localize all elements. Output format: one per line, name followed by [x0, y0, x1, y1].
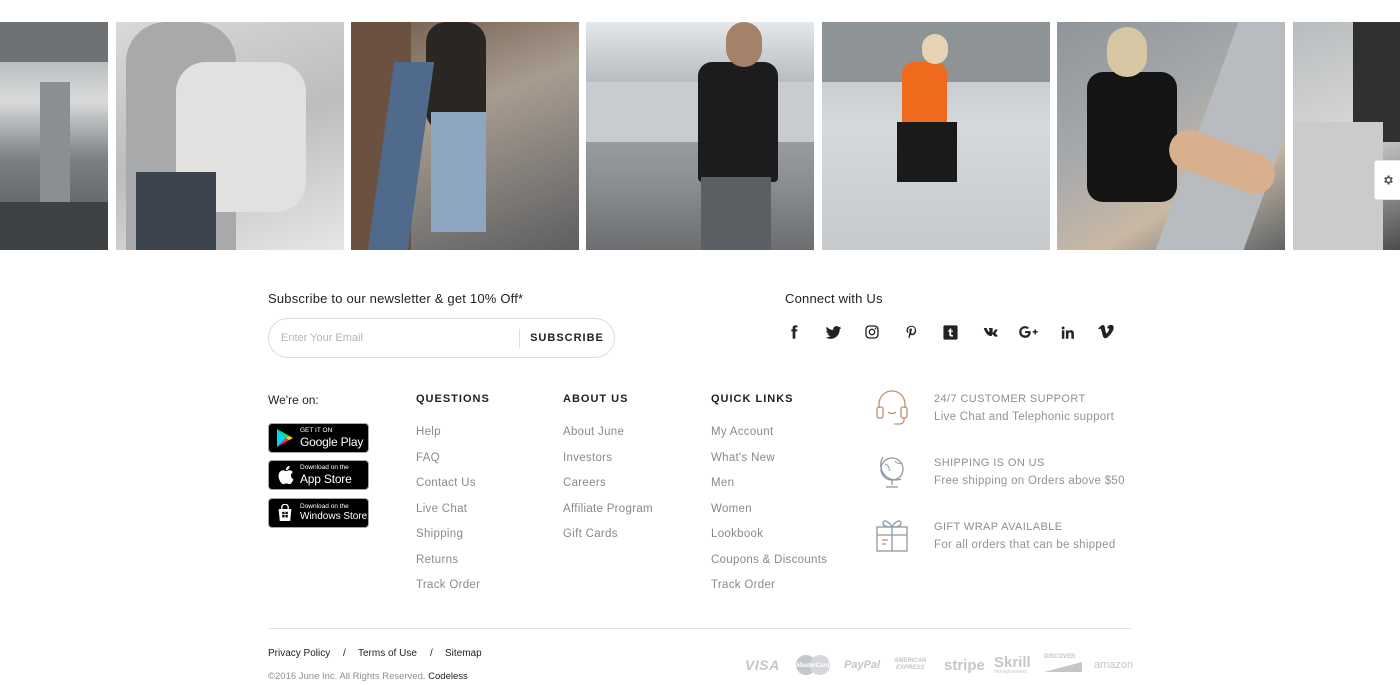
link-gift-cards[interactable]: Gift Cards — [563, 528, 618, 540]
terms-of-use-link[interactable]: Terms of Use — [358, 648, 417, 659]
link-lookbook[interactable]: Lookbook — [711, 528, 763, 540]
gallery-photo[interactable] — [1293, 22, 1400, 250]
twitter-icon[interactable] — [823, 322, 843, 342]
codeless-credit-link[interactable]: Codeless — [428, 671, 468, 682]
gallery-photo[interactable] — [822, 22, 1050, 250]
link-careers[interactable]: Careers — [563, 477, 606, 489]
link-faq[interactable]: FAQ — [416, 452, 440, 464]
skrill-logo: Skrill moneybookers — [994, 654, 1031, 676]
sitemap-link[interactable]: Sitemap — [445, 648, 482, 659]
link-coupons-discounts[interactable]: Coupons & Discounts — [711, 554, 827, 566]
link-whats-new[interactable]: What's New — [711, 452, 775, 464]
link-affiliate-program[interactable]: Affiliate Program — [563, 503, 653, 515]
amex-logo: AMERICAN EXPRESS — [894, 654, 926, 676]
app-store-small-text: Download on the — [300, 464, 349, 472]
gallery-photo[interactable] — [586, 22, 814, 250]
gallery-photo[interactable] — [1057, 22, 1285, 250]
privacy-policy-link[interactable]: Privacy Policy — [268, 648, 330, 659]
discover-stripe-shape — [1044, 662, 1082, 672]
globe-icon — [874, 452, 910, 488]
link-my-account[interactable]: My Account — [711, 426, 773, 438]
subscribe-button[interactable]: SUBSCRIBE — [520, 319, 614, 357]
link-track-order-quick[interactable]: Track Order — [711, 579, 775, 591]
feature-title-shipping: SHIPPING IS ON US — [934, 457, 1045, 469]
settings-tab[interactable] — [1374, 160, 1400, 200]
pinterest-icon[interactable] — [901, 322, 921, 342]
gallery-photo[interactable] — [116, 22, 344, 250]
copyright-text: ©2016 June Inc. All Rights Reserved. — [268, 671, 426, 682]
footer-divider — [268, 628, 1131, 629]
about-us-heading: ABOUT US — [563, 393, 629, 405]
gallery-photo[interactable] — [0, 22, 108, 250]
link-help[interactable]: Help — [416, 426, 441, 438]
discover-logo: DISCOVER — [1044, 654, 1082, 676]
gear-icon — [1383, 175, 1393, 185]
instagram-gallery — [0, 22, 1400, 250]
paypal-logo: PayPal — [844, 654, 880, 676]
instagram-icon[interactable] — [862, 322, 882, 342]
headset-icon — [874, 388, 910, 425]
feature-desc-gift: For all orders that can be shipped — [934, 539, 1116, 551]
google-plus-icon[interactable] — [1017, 322, 1039, 342]
vimeo-icon[interactable] — [1096, 322, 1116, 342]
link-investors[interactable]: Investors — [563, 452, 612, 464]
skrill-text: Skrill — [994, 654, 1031, 671]
link-women[interactable]: Women — [711, 503, 752, 515]
quick-links-heading: QUICK LINKS — [711, 393, 794, 405]
feature-title-support: 24/7 CUSTOMER SUPPORT — [934, 393, 1086, 405]
newsletter-title: Subscribe to our newsletter & get 10% Of… — [268, 291, 524, 306]
app-store-badge[interactable]: Download on the App Store — [268, 460, 369, 490]
feature-desc-shipping: Free shipping on Orders above $50 — [934, 475, 1125, 487]
stripe-logo: stripe — [944, 654, 985, 676]
feature-title-gift: GIFT WRAP AVAILABLE — [934, 521, 1063, 533]
google-play-big-text: Google Play — [300, 434, 364, 449]
feature-desc-support: Live Chat and Telephonic support — [934, 411, 1115, 423]
windows-store-small-text: Download on the — [300, 502, 349, 510]
windows-store-big-text: Windows Store — [300, 511, 368, 523]
link-about-june[interactable]: About June — [563, 426, 624, 438]
amex-top-text: AMERICAN — [894, 658, 927, 665]
gallery-photo[interactable] — [351, 22, 579, 250]
amazon-logo: amazon — [1094, 654, 1133, 676]
visa-logo: VISA — [745, 654, 780, 676]
amex-bottom-text: EXPRESS — [895, 665, 925, 671]
google-play-badge[interactable]: GET IT ON Google Play — [268, 423, 369, 453]
google-play-small-text: GET IT ON — [300, 427, 333, 435]
link-live-chat[interactable]: Live Chat — [416, 503, 467, 515]
svg-text:MasterCard: MasterCard — [796, 663, 829, 669]
windows-store-icon — [275, 503, 295, 523]
amazon-text: amazon — [1094, 659, 1134, 671]
app-store-big-text: App Store — [300, 471, 352, 486]
linkedin-icon[interactable] — [1057, 322, 1077, 342]
questions-heading: QUESTIONS — [416, 393, 490, 405]
email-input[interactable] — [281, 328, 511, 348]
apple-icon — [275, 465, 295, 485]
visa-text: VISA — [745, 657, 780, 673]
windows-store-badge[interactable]: Download on the Windows Store — [268, 498, 369, 528]
link-track-order[interactable]: Track Order — [416, 579, 480, 591]
link-returns[interactable]: Returns — [416, 554, 458, 566]
link-shipping[interactable]: Shipping — [416, 528, 463, 540]
skrill-sub-text: moneybookers — [994, 669, 1027, 675]
legal-separator: / — [343, 648, 346, 659]
paypal-text: PayPal — [844, 659, 881, 671]
stripe-text: stripe — [944, 656, 985, 674]
facebook-icon[interactable] — [784, 322, 804, 342]
tumblr-icon[interactable] — [940, 322, 960, 342]
link-men[interactable]: Men — [711, 477, 734, 489]
newsletter-form: SUBSCRIBE — [268, 318, 615, 358]
copyright: ©2016 June Inc. All Rights Reserved. Cod… — [268, 671, 468, 682]
google-play-icon — [275, 428, 295, 448]
connect-title: Connect with Us — [785, 291, 883, 306]
vk-icon[interactable] — [979, 322, 999, 342]
mastercard-logo: MasterCard — [795, 654, 831, 676]
link-contact-us[interactable]: Contact Us — [416, 477, 476, 489]
gift-box-icon — [874, 516, 910, 552]
legal-separator: / — [430, 648, 433, 659]
apps-title: We're on: — [268, 393, 319, 407]
